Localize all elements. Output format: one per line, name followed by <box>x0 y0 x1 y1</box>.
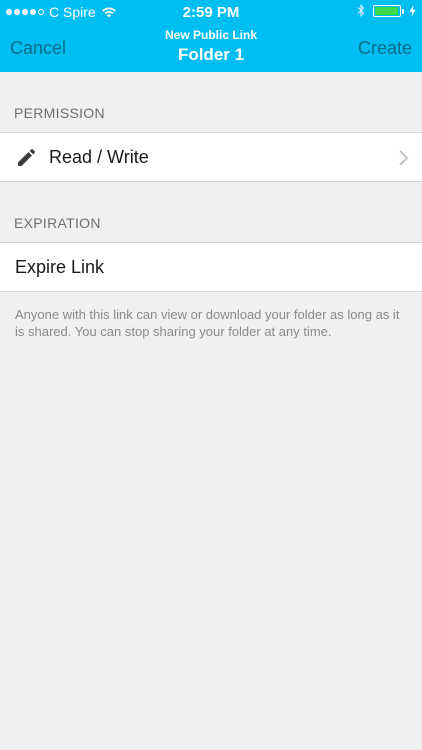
battery-icon <box>373 4 404 17</box>
app-screen: C Spire 2:59 PM Cancel New Public Link F… <box>0 0 422 750</box>
permission-value: Read / Write <box>49 146 149 167</box>
expire-link-cell[interactable]: Expire Link <box>0 242 422 292</box>
sharing-info-note: Anyone with this link can view or downlo… <box>15 307 400 339</box>
permission-cell[interactable]: Read / Write <box>0 132 422 182</box>
chevron-right-icon <box>399 150 409 166</box>
create-button[interactable]: Create <box>358 38 412 59</box>
bluetooth-icon <box>357 4 365 17</box>
expire-link-label: Expire Link <box>15 256 105 277</box>
navigation-bar: Cancel New Public Link Folder 1 Create <box>0 22 422 72</box>
expiration-section-header: EXPIRATION <box>14 215 101 231</box>
status-right <box>357 4 416 17</box>
permission-section-header: PERMISSION <box>14 105 105 121</box>
charging-bolt-icon <box>409 4 416 17</box>
top-bar: C Spire 2:59 PM Cancel New Public Link F… <box>0 0 422 72</box>
pencil-icon <box>18 149 35 166</box>
status-bar: C Spire 2:59 PM <box>0 0 422 22</box>
